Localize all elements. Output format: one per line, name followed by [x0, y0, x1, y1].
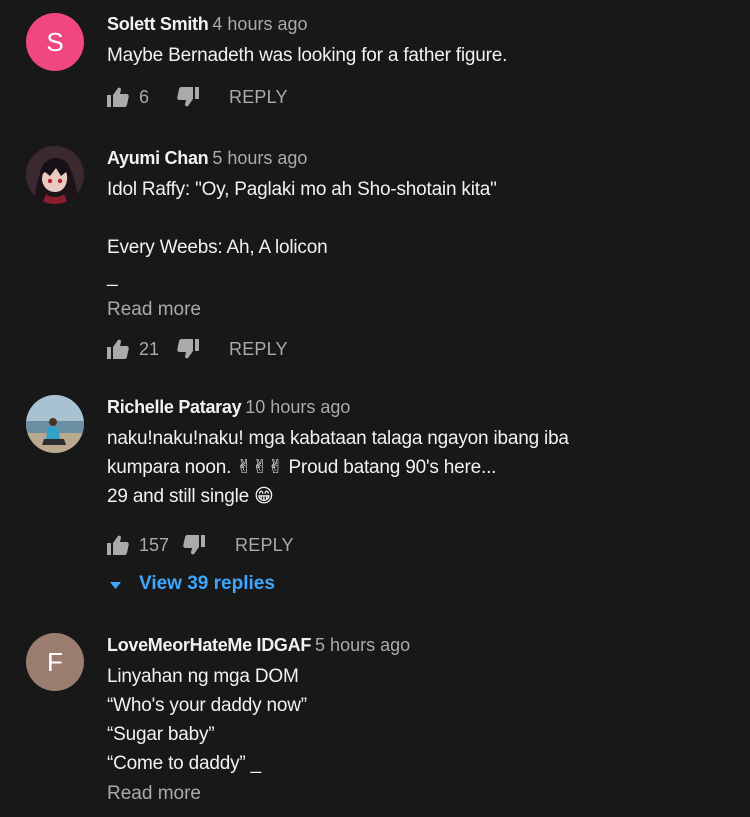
comment-header: Ayumi Chan 5 hours ago [107, 146, 740, 170]
author-name[interactable]: LoveMeorHateMe IDGAF [107, 635, 311, 655]
comment-line: “Come to daddy” _ [107, 753, 261, 774]
like-count: 157 [139, 534, 170, 555]
avatar[interactable] [26, 146, 84, 204]
comment-text: Idol Raffy: "Oy, Paglaki mo ah Sho-shota… [107, 175, 740, 291]
thumbs-up-icon[interactable] [107, 339, 129, 359]
thumbs-up-icon[interactable] [107, 87, 129, 107]
comment-time[interactable]: 5 hours ago [315, 635, 410, 655]
avatar[interactable]: S [26, 13, 84, 71]
beach-avatar-image [26, 395, 84, 453]
comment-line: kumpara noon. ✌✌✌ Proud batang 90's here… [107, 457, 497, 478]
comment-text: Maybe Bernadeth was looking for a father… [107, 41, 740, 70]
author-name[interactable]: Solett Smith [107, 14, 209, 34]
view-replies-button[interactable]: View 39 replies [107, 573, 740, 595]
like-count: 6 [139, 86, 150, 107]
reply-button[interactable]: REPLY [229, 87, 288, 108]
comment-line: Maybe Bernadeth was looking for a father… [107, 45, 508, 66]
comment-line [107, 204, 740, 233]
comment-line: “Sugar baby” [107, 724, 215, 745]
comment-header: LoveMeorHateMe IDGAF 5 hours ago [107, 633, 740, 657]
action-bar: 157 REPLY [107, 531, 740, 559]
reply-button[interactable]: REPLY [229, 339, 288, 360]
comment-text: naku!naku!naku! mga kabataan talaga ngay… [107, 424, 740, 511]
comment-line: Idol Raffy: "Oy, Paglaki mo ah Sho-shota… [107, 179, 497, 200]
comment-header: Solett Smith 4 hours ago [107, 12, 740, 36]
thumbs-down-icon[interactable] [177, 87, 199, 107]
comment-line: _ [107, 266, 118, 287]
avatar-letter: S [46, 26, 64, 57]
action-bar: 6 REPLY [107, 83, 740, 111]
like-count: 21 [139, 338, 160, 359]
comment-time[interactable]: 5 hours ago [212, 148, 307, 168]
reply-button[interactable]: REPLY [235, 535, 294, 556]
action-bar: 21 REPLY [107, 335, 740, 363]
anime-avatar-image [26, 146, 84, 204]
author-name[interactable]: Richelle Pataray [107, 397, 242, 417]
comment-line: “Who's your daddy now” [107, 695, 307, 716]
comment-text: Linyahan ng mga DOM “Who's your daddy no… [107, 662, 740, 778]
comment-header: Richelle Pataray 10 hours ago [107, 395, 740, 419]
comment-line: naku!naku!naku! mga kabataan talaga ngay… [107, 428, 569, 449]
read-more-link[interactable]: Read more [107, 297, 740, 323]
thumbs-down-icon[interactable] [177, 339, 199, 359]
comment-time[interactable]: 10 hours ago [245, 397, 350, 417]
thumbs-down-icon[interactable] [183, 535, 206, 555]
avatar[interactable] [26, 395, 84, 453]
comment-time[interactable]: 4 hours ago [212, 14, 307, 34]
comment-line: Linyahan ng mga DOM [107, 666, 299, 687]
thumbs-up-icon[interactable] [107, 535, 129, 555]
author-name[interactable]: Ayumi Chan [107, 148, 209, 168]
view-replies-label: View 39 replies [139, 573, 275, 594]
read-more-link[interactable]: Read more [107, 781, 740, 807]
avatar-letter: F [47, 646, 63, 677]
comment-line: Every Weebs: Ah, A lolicon [107, 237, 328, 258]
avatar[interactable]: F [26, 633, 84, 691]
comment-line: 29 and still single 😁 [107, 486, 274, 507]
caret-down-icon [110, 573, 121, 595]
